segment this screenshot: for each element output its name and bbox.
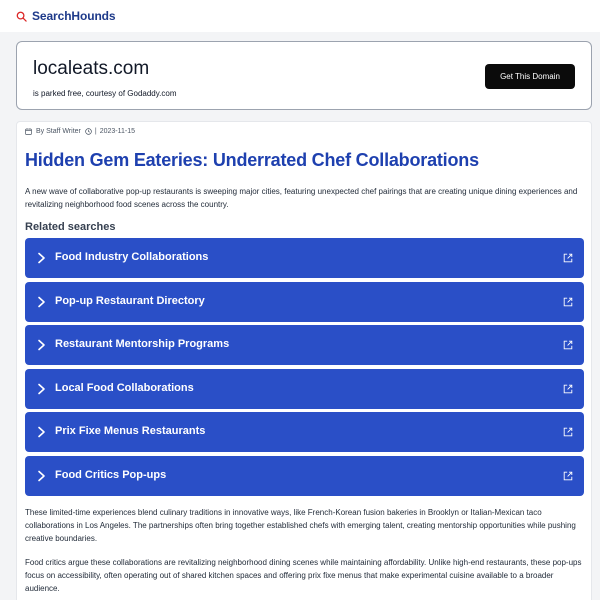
chevron-right-icon: [38, 296, 45, 307]
chevron-right-icon: [38, 383, 45, 394]
article-intro: A new wave of collaborative pop-up resta…: [25, 187, 578, 209]
meta-separator: |: [94, 128, 97, 135]
article-meta: By Staff Writer | 2023-11-15: [25, 128, 135, 135]
external-link-icon: [563, 340, 573, 350]
external-link-icon: [563, 297, 573, 306]
article-title: Hidden Gem Eateries: Underrated Chef Col…: [25, 150, 479, 170]
brand-logo[interactable]: SearchHounds: [16, 9, 116, 23]
related-search-item[interactable]: Local Food Collaborations: [25, 368, 584, 409]
related-search-item[interactable]: Restaurant Mentorship Programs: [25, 325, 584, 365]
calendar-icon: [25, 128, 32, 135]
brand-name: SearchHounds: [32, 9, 116, 23]
external-link-icon: [563, 384, 573, 393]
related-search-item[interactable]: Food Industry Collaborations: [25, 238, 584, 278]
top-bar: SearchHounds: [0, 0, 600, 32]
related-search-item[interactable]: Prix Fixe Menus Restaurants: [25, 412, 584, 452]
external-link-icon: [563, 471, 573, 480]
chevron-right-icon: [38, 339, 45, 351]
related-search-label: Food Industry Collaborations: [55, 251, 209, 263]
chevron-right-icon: [38, 252, 45, 264]
related-searches-heading: Related searches: [25, 221, 116, 233]
clock-icon: [85, 128, 92, 135]
article-paragraph: These limited-time experiences blend cul…: [25, 508, 576, 543]
get-this-domain-button[interactable]: Get This Domain: [485, 64, 575, 89]
article-author: By Staff Writer: [36, 128, 81, 135]
article-paragraph: Food critics argue these collaborations …: [25, 558, 582, 593]
article-date: 2023-11-15: [99, 128, 135, 135]
parked-note: is parked free, courtesy of Godaddy.com: [33, 89, 177, 98]
external-link-icon: [563, 253, 573, 263]
related-search-label: Local Food Collaborations: [55, 381, 194, 394]
chevron-right-icon: [38, 426, 45, 438]
search-icon: [16, 11, 27, 22]
related-search-label: Pop-up Restaurant Directory: [55, 294, 205, 307]
related-search-label: Prix Fixe Menus Restaurants: [55, 425, 206, 437]
chevron-right-icon: [38, 470, 45, 481]
external-link-icon: [563, 427, 573, 437]
related-search-label: Restaurant Mentorship Programs: [55, 338, 230, 350]
domain-parked-card: localeats.com is parked free, courtesy o…: [16, 41, 592, 110]
related-search-label: Food Critics Pop-ups: [55, 468, 167, 481]
domain-name: localeats.com: [33, 58, 150, 79]
related-searches-list: Food Industry Collaborations Pop-up Rest…: [25, 238, 584, 499]
article-card: By Staff Writer | 2023-11-15 Hidden Gem …: [16, 121, 592, 600]
related-search-item[interactable]: Food Critics Pop-ups: [25, 455, 584, 496]
related-search-item[interactable]: Pop-up Restaurant Directory: [25, 281, 584, 322]
